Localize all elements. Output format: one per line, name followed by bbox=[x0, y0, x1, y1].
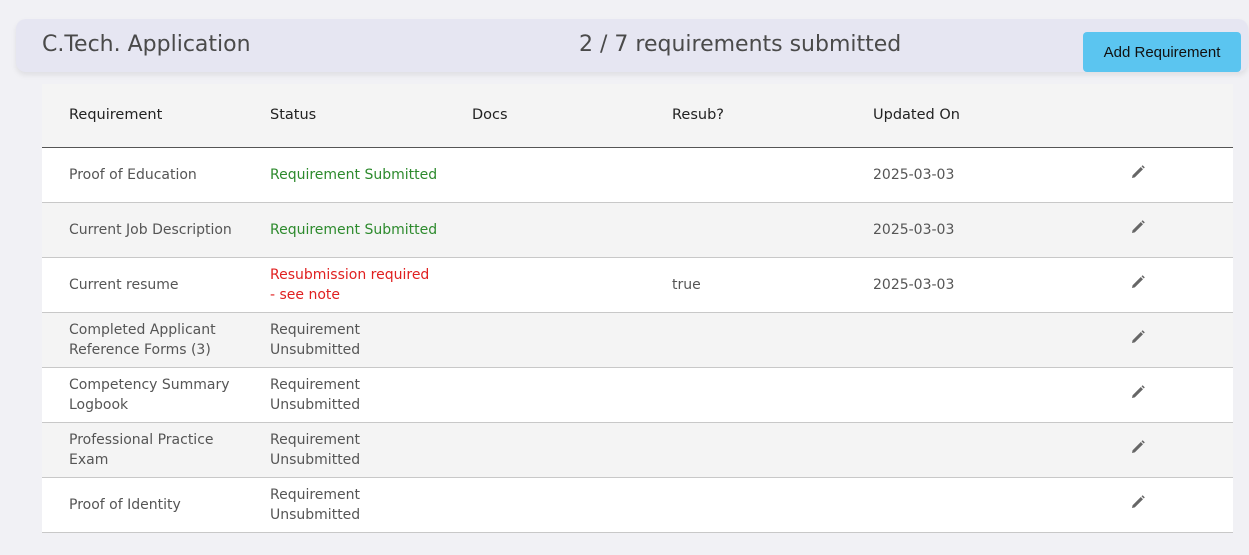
requirement-status: Requirement Unsubmitted bbox=[270, 431, 361, 468]
requirement-resub bbox=[672, 202, 873, 257]
pencil-icon[interactable] bbox=[1131, 329, 1145, 350]
column-header-actions bbox=[1123, 84, 1233, 147]
add-requirement-button[interactable]: Add Requirement bbox=[1083, 32, 1241, 72]
column-header-updated-on: Updated On bbox=[873, 107, 960, 124]
requirement-docs bbox=[472, 257, 672, 312]
requirement-updated-on bbox=[873, 367, 1123, 422]
requirement-name: Completed Applicant Reference Forms (3) bbox=[69, 321, 216, 358]
table-row: Current Job Description Requirement Subm… bbox=[42, 202, 1233, 257]
application-header: C.Tech. Application 2 / 7 requirements s… bbox=[16, 19, 1248, 72]
requirements-table-container: Requirement Status Docs Resub? Updated O… bbox=[42, 84, 1233, 535]
requirement-name: Proof of Identity bbox=[69, 496, 181, 513]
table-row: Proof of Identity Requirement Unsubmitte… bbox=[42, 477, 1233, 532]
edit-cell bbox=[1123, 422, 1233, 477]
pencil-icon[interactable] bbox=[1131, 219, 1145, 240]
requirement-docs bbox=[472, 312, 672, 367]
requirement-resub bbox=[672, 422, 873, 477]
requirement-status: Requirement Unsubmitted bbox=[270, 376, 361, 413]
requirement-updated-on bbox=[873, 312, 1123, 367]
requirement-docs bbox=[472, 367, 672, 422]
requirement-updated-on bbox=[873, 477, 1123, 532]
requirement-name: Competency Summary Logbook bbox=[69, 376, 230, 413]
edit-cell bbox=[1123, 367, 1233, 422]
requirement-status: Requirement Unsubmitted bbox=[270, 321, 361, 358]
requirement-resub bbox=[672, 367, 873, 422]
edit-cell bbox=[1123, 477, 1233, 532]
column-header-requirement: Requirement bbox=[69, 107, 163, 124]
column-header-docs: Docs bbox=[472, 107, 508, 124]
requirement-docs bbox=[472, 477, 672, 532]
table-row: Current resume Resubmission required - s… bbox=[42, 257, 1233, 312]
requirement-status: Resubmission required - see note bbox=[270, 266, 430, 303]
requirement-updated-on bbox=[873, 422, 1123, 477]
edit-cell bbox=[1123, 257, 1233, 312]
pencil-icon[interactable] bbox=[1131, 384, 1145, 405]
edit-cell bbox=[1123, 312, 1233, 367]
edit-cell bbox=[1123, 147, 1233, 202]
table-header-row: Requirement Status Docs Resub? Updated O… bbox=[42, 84, 1233, 147]
requirement-docs bbox=[472, 147, 672, 202]
requirement-docs bbox=[472, 422, 672, 477]
requirement-status: Requirement Submitted bbox=[270, 221, 438, 238]
column-header-status: Status bbox=[270, 107, 317, 124]
requirement-docs bbox=[472, 202, 672, 257]
requirement-updated-on: 2025-03-03 bbox=[873, 221, 955, 238]
pencil-icon[interactable] bbox=[1131, 494, 1145, 515]
column-header-resub: Resub? bbox=[672, 107, 724, 124]
requirement-name: Current Job Description bbox=[69, 221, 232, 238]
table-row: Completed Applicant Reference Forms (3) … bbox=[42, 312, 1233, 367]
pencil-icon[interactable] bbox=[1131, 439, 1145, 460]
requirement-status: Requirement Unsubmitted bbox=[270, 486, 361, 523]
table-row: Professional Practice Exam Requirement U… bbox=[42, 422, 1233, 477]
pencil-icon[interactable] bbox=[1131, 274, 1145, 295]
requirement-resub: true bbox=[672, 276, 701, 293]
requirements-progress: 2 / 7 requirements submitted bbox=[579, 32, 902, 57]
requirement-updated-on: 2025-03-03 bbox=[873, 276, 955, 293]
requirement-resub bbox=[672, 477, 873, 532]
requirement-name: Proof of Education bbox=[69, 166, 197, 183]
requirement-resub bbox=[672, 312, 873, 367]
requirement-name: Current resume bbox=[69, 276, 179, 293]
requirements-table: Requirement Status Docs Resub? Updated O… bbox=[42, 84, 1233, 533]
requirement-resub bbox=[672, 147, 873, 202]
table-row: Competency Summary Logbook Requirement U… bbox=[42, 367, 1233, 422]
requirement-updated-on: 2025-03-03 bbox=[873, 166, 955, 183]
application-title: C.Tech. Application bbox=[42, 32, 251, 57]
requirement-status: Requirement Submitted bbox=[270, 166, 438, 183]
edit-cell bbox=[1123, 202, 1233, 257]
table-row: Proof of Education Requirement Submitted… bbox=[42, 147, 1233, 202]
pencil-icon[interactable] bbox=[1131, 164, 1145, 185]
requirement-name: Professional Practice Exam bbox=[69, 431, 214, 468]
